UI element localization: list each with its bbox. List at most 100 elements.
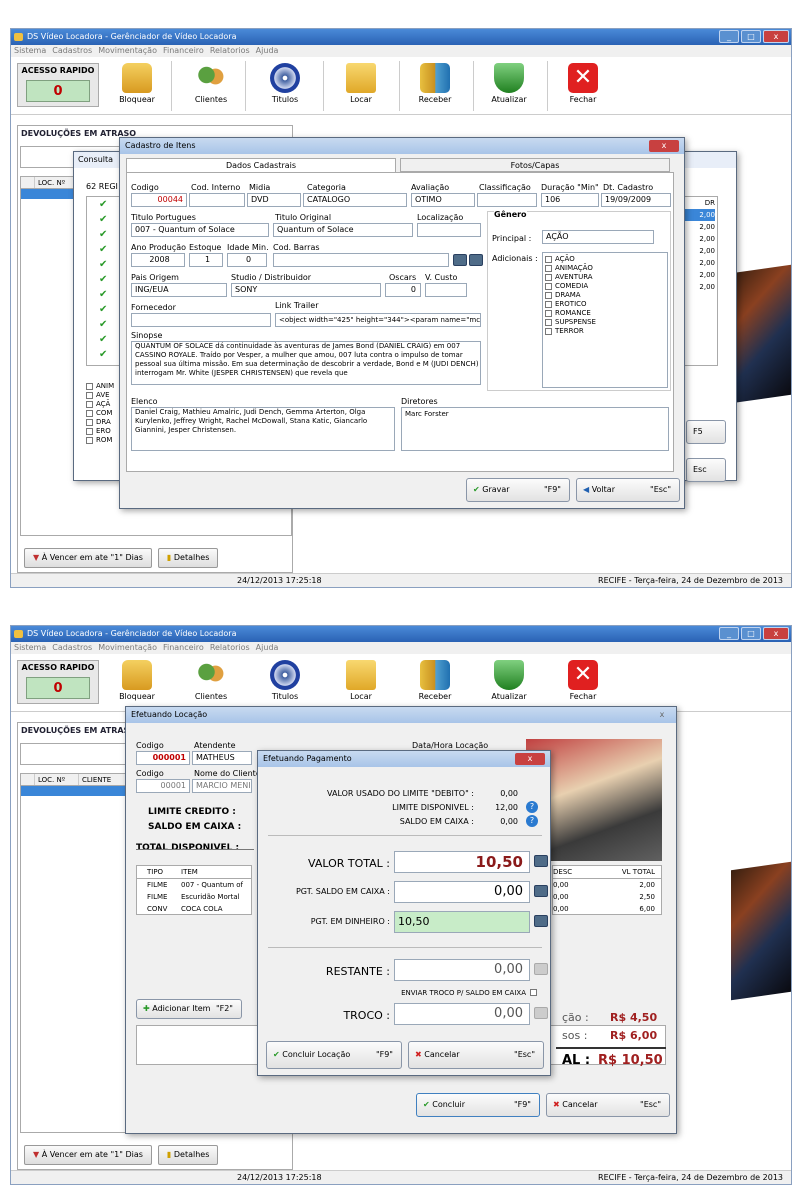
ano-stepper[interactable]: 2008: [131, 253, 185, 267]
close-window-button[interactable]: x: [763, 30, 789, 43]
menu-sistema[interactable]: Sistema: [14, 45, 46, 57]
cliente-codigo-field[interactable]: 00001: [136, 779, 190, 793]
keyboard-icon[interactable]: [453, 254, 467, 266]
cancelar-button[interactable]: ✖ Cancelar "Esc": [546, 1093, 670, 1117]
genre-option[interactable]: COMEDIA: [555, 282, 588, 290]
cod-interno-field[interactable]: [189, 193, 245, 207]
receber-button[interactable]: Receber: [405, 658, 465, 708]
bloquear-button[interactable]: Bloquear: [107, 658, 167, 708]
atualizar-button[interactable]: Atualizar: [479, 61, 539, 111]
minimize-button[interactable]: _: [719, 30, 739, 43]
concluir-locacao-button[interactable]: ✔ Concluir Locação "F9": [266, 1041, 402, 1069]
maximize-button[interactable]: □: [741, 627, 761, 640]
locacao-close-button[interactable]: x: [652, 709, 672, 721]
fechar-button[interactable]: ✕ Fechar: [553, 61, 613, 111]
menu-movimentacao[interactable]: Movimentação: [98, 642, 157, 654]
close-window-button[interactable]: x: [763, 627, 789, 640]
titulo-pt-field[interactable]: 007 - Quantum of Solace: [131, 223, 269, 237]
menu-cadastros[interactable]: Cadastros: [52, 45, 92, 57]
adicionais-list[interactable]: AÇÃO ANIMAÇÃO AVENTURA COMEDIA DRAMA ERO…: [542, 252, 668, 388]
genre-option[interactable]: DRAMA: [555, 291, 581, 299]
classificacao-field[interactable]: [477, 193, 537, 207]
table-row[interactable]: FILME 007 - Quantum of: [137, 879, 251, 891]
titulo-orig-field[interactable]: Quantum of Solace: [273, 223, 413, 237]
calculator-icon[interactable]: [534, 915, 548, 927]
table-row[interactable]: FILME Escuridão Mortal: [137, 891, 251, 903]
categoria-select[interactable]: CATALOGO: [303, 193, 407, 207]
menu-financeiro[interactable]: Financeiro: [163, 45, 204, 57]
fechar-button[interactable]: ✕ Fechar: [553, 658, 613, 708]
elenco-textarea[interactable]: Daniel Craig, Mathieu Amalric, Judi Denc…: [131, 407, 395, 451]
values-table[interactable]: DESC VL TOTAL 0,00 2,00 0,00 2,50 0,00 6,00: [552, 865, 662, 915]
locar-button[interactable]: Locar: [331, 658, 391, 708]
midia-select[interactable]: DVD: [247, 193, 301, 207]
genre-option[interactable]: AÇÃO: [555, 255, 575, 263]
genre-item[interactable]: ERO: [96, 427, 111, 435]
cancelar-pagamento-button[interactable]: ✖ Cancelar "Esc": [408, 1041, 544, 1069]
table-row[interactable]: CONV COCA COLA: [137, 903, 251, 915]
enviar-troco-checkbox[interactable]: [530, 989, 537, 996]
menu-relatorios[interactable]: Relatorios: [210, 642, 250, 654]
pgt-saldo-field[interactable]: 0,00: [394, 881, 530, 903]
genre-option[interactable]: ANIMAÇÃO: [555, 264, 593, 272]
studio-field[interactable]: SONY: [231, 283, 381, 297]
gravar-button[interactable]: ✔ Gravar "F9": [466, 478, 570, 502]
scan-icon[interactable]: [469, 254, 483, 266]
menu-movimentacao[interactable]: Movimentação: [98, 45, 157, 57]
vencer-button[interactable]: ▼ À Vencer em ate "1" Dias: [24, 548, 152, 568]
help-icon[interactable]: ?: [526, 801, 538, 813]
pgt-dinheiro-field[interactable]: 10,50: [394, 911, 530, 933]
f5-button[interactable]: F5: [686, 420, 726, 444]
diretores-textarea[interactable]: Marc Forster: [401, 407, 669, 451]
genre-option[interactable]: TERROR: [555, 327, 584, 335]
tab-fotos[interactable]: Fotos/Capas: [400, 158, 670, 172]
receber-button[interactable]: Receber: [405, 61, 465, 111]
pais-field[interactable]: ING/EUA: [131, 283, 227, 297]
items-table[interactable]: TIPO ITEM FILME 007 - Quantum of FILME Escu…: [136, 865, 252, 915]
genre-option[interactable]: SUPSPENSE: [555, 318, 596, 326]
titulos-button[interactable]: Titulos: [255, 658, 315, 708]
minimize-button[interactable]: _: [719, 627, 739, 640]
locar-button[interactable]: Locar: [331, 61, 391, 111]
genre-item[interactable]: DRA: [96, 418, 111, 426]
genre-item[interactable]: AÇÃ: [96, 400, 110, 408]
localizacao-field[interactable]: [417, 223, 481, 237]
genre-item[interactable]: COM: [96, 409, 112, 417]
duracao-field[interactable]: 106: [541, 193, 599, 207]
fornecedor-select[interactable]: [131, 313, 271, 327]
atualizar-button[interactable]: Atualizar: [479, 658, 539, 708]
dt-cadastro-field[interactable]: 19/09/2009: [601, 193, 671, 207]
idade-stepper[interactable]: 0: [227, 253, 267, 267]
menu-ajuda[interactable]: Ajuda: [256, 45, 279, 57]
estoque-stepper[interactable]: 1: [189, 253, 223, 267]
cliente-nome-field[interactable]: MARCIO MENI: [192, 779, 252, 793]
avaliacao-select[interactable]: OTIMO: [411, 193, 475, 207]
sinopse-textarea[interactable]: QUANTUM OF SOLACE dá continuidade às ave…: [131, 341, 481, 385]
bloquear-button[interactable]: Bloquear: [107, 61, 167, 111]
genre-option[interactable]: EROTICO: [555, 300, 587, 308]
concluir-button[interactable]: ✔ Concluir "F9": [416, 1093, 540, 1117]
vcusto-field[interactable]: [425, 283, 467, 297]
clientes-button[interactable]: Clientes: [181, 658, 241, 708]
tab-dados[interactable]: Dados Cadastrais: [126, 158, 396, 172]
menu-cadastros[interactable]: Cadastros: [52, 642, 92, 654]
dialog-close-button[interactable]: x: [649, 140, 679, 152]
genre-option[interactable]: ROMANCE: [555, 309, 591, 317]
calculator-icon[interactable]: [534, 855, 548, 867]
menu-financeiro[interactable]: Financeiro: [163, 642, 204, 654]
genre-option[interactable]: AVENTURA: [555, 273, 593, 281]
adicionar-item-button[interactable]: ✚ Adicionar Item "F2": [136, 999, 242, 1019]
detalhes-button[interactable]: ▮ Detalhes: [157, 1145, 219, 1165]
voltar-button[interactable]: ◀ Voltar "Esc": [576, 478, 680, 502]
menu-ajuda[interactable]: Ajuda: [256, 642, 279, 654]
cod-barras-field[interactable]: [273, 253, 449, 267]
maximize-button[interactable]: □: [741, 30, 761, 43]
codigo-field[interactable]: 00044: [131, 193, 187, 207]
esc-button[interactable]: Esc: [686, 458, 726, 482]
help-icon[interactable]: ?: [526, 815, 538, 827]
pagamento-close-button[interactable]: x: [515, 753, 545, 765]
detalhes-button[interactable]: ▮ Detalhes: [157, 548, 219, 568]
oscars-stepper[interactable]: 0: [385, 283, 421, 297]
genre-item[interactable]: AVE: [96, 391, 110, 399]
vencer-button[interactable]: ▼ À Vencer em ate "1" Dias: [24, 1145, 152, 1165]
